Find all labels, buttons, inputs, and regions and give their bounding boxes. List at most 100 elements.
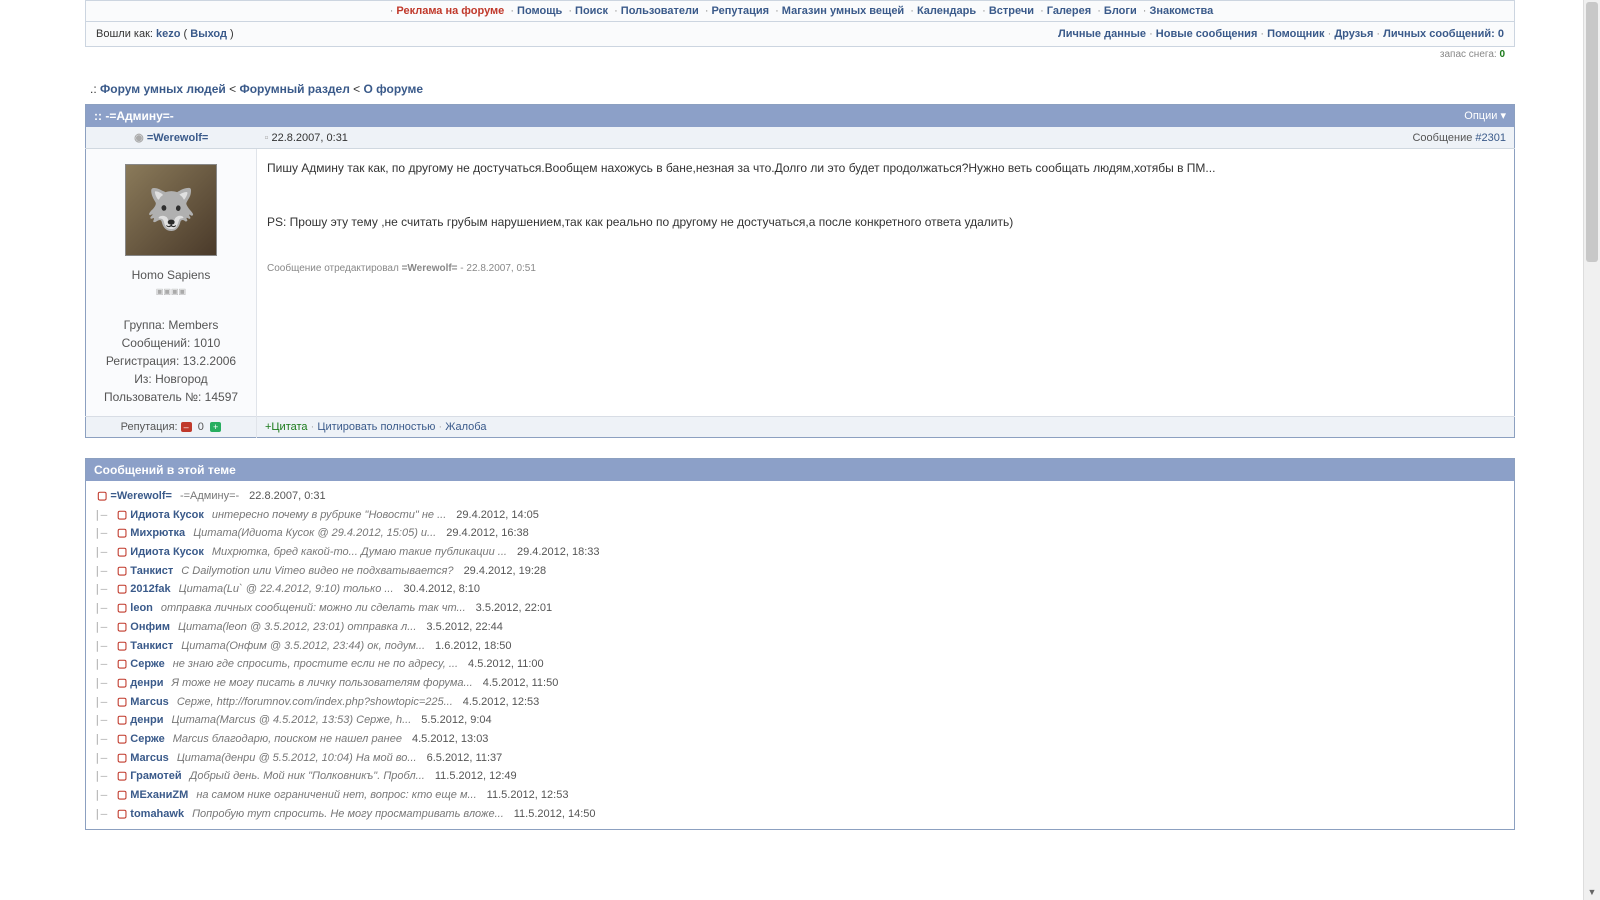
nav-link[interactable]: Реклама на форуме — [396, 5, 504, 17]
thread-date: 3.5.2012, 22:01 — [466, 602, 552, 614]
rep-minus-button[interactable]: – — [181, 422, 192, 432]
topic-title: -=Админу=- — [105, 109, 173, 123]
thread-excerpt[interactable]: Серже, http://forumnov.com/index.php?sho… — [169, 696, 453, 708]
thread-user-link[interactable]: МЕханиZM — [130, 789, 188, 801]
thread-user-link[interactable]: =Werewolf= — [110, 490, 172, 502]
nav-link[interactable]: Поиск — [575, 5, 608, 17]
userbar-link[interactable]: Новые сообщения — [1156, 28, 1258, 40]
thread-user-link[interactable]: Серже — [130, 658, 164, 670]
scrollbar[interactable]: ▲ ▼ — [1583, 0, 1600, 900]
thread-excerpt[interactable]: Попробую тут спросить. Не могу просматри… — [184, 808, 504, 820]
thread-user-link[interactable]: Танкист — [130, 640, 173, 652]
author-link[interactable]: =Werewolf= — [147, 132, 209, 144]
thread-user-link[interactable]: денри — [130, 714, 163, 726]
thread-excerpt[interactable]: не знаю где спросить, простите если не п… — [165, 658, 458, 670]
logged-in-text: Вошли как: — [96, 28, 156, 40]
user-location: Из: Новгород — [96, 370, 246, 388]
thread-user-link[interactable]: Танкист — [130, 565, 173, 577]
thread-row: |— ▢ОнфимЦитата(leon @ 3.5.2012, 23:01) … — [94, 618, 1506, 637]
thread-item-icon: ▢ — [114, 621, 130, 633]
thread-user-link[interactable]: Грамотей — [130, 770, 181, 782]
thread-item-icon: ▢ — [114, 640, 130, 652]
scroll-down-icon[interactable]: ▼ — [1584, 884, 1600, 900]
nav-link[interactable]: Пользователи — [621, 5, 699, 17]
thread-user-link[interactable]: Идиота Кусок — [130, 546, 204, 558]
nav-link[interactable]: Встречи — [989, 5, 1034, 17]
nav-link[interactable]: Галерея — [1047, 5, 1091, 17]
thread-user-link[interactable]: Серже — [130, 733, 164, 745]
thread-excerpt[interactable]: на самом нике ограничений нет, вопрос: к… — [188, 789, 476, 801]
thread-excerpt[interactable]: Михрютка, бред какой-то... Думаю такие п… — [204, 546, 507, 558]
thread-date: 4.5.2012, 11:00 — [458, 658, 544, 670]
breadcrumb: .: Форум умных людей < Форумный раздел <… — [85, 62, 1515, 104]
thread-item-icon: ▢ — [114, 808, 130, 820]
avatar[interactable]: 🐺 — [125, 164, 217, 256]
thread-user-link[interactable]: Онфим — [130, 621, 170, 633]
nav-link[interactable]: Магазин умных вещей — [782, 5, 904, 17]
thread-row: |— ▢ТанкистС Dailymotion или Vimeo видео… — [94, 562, 1506, 581]
thread-row: |— ▢МихрюткаЦитата(Идиота Кусок @ 29.4.2… — [94, 524, 1506, 543]
post-date: 22.8.2007, 0:31 — [271, 132, 347, 144]
userbar-link[interactable]: Помощник — [1267, 28, 1324, 40]
thread-user-link[interactable]: Marcus — [130, 752, 169, 764]
thread-user-link[interactable]: Marcus — [130, 696, 169, 708]
username-link[interactable]: kezo — [156, 28, 180, 40]
thread-excerpt[interactable]: интересно почему в рубрике "Новости" не … — [204, 509, 446, 521]
thread-row: |— ▢2012fakЦитата(Lu` @ 22.4.2012, 9:10)… — [94, 580, 1506, 599]
thread-excerpt[interactable]: Цитата(денри @ 5.5.2012, 10:04) На мой в… — [169, 752, 417, 764]
thread-row: |— ▢денриЯ тоже не могу писать в личку п… — [94, 674, 1506, 693]
thread-excerpt[interactable]: Цитата(leon @ 3.5.2012, 23:01) отправка … — [170, 621, 416, 633]
pm-link[interactable]: Личных сообщений: 0 — [1383, 28, 1504, 40]
thread-excerpt[interactable]: Цитата(Lu` @ 22.4.2012, 9:10) только ... — [171, 583, 394, 595]
snow-balance: запас снега: 0 — [85, 47, 1515, 62]
user-offline-icon: ◉ — [134, 132, 144, 144]
thread-excerpt[interactable]: Цитата(Marcus @ 4.5.2012, 13:53) Серже, … — [164, 714, 412, 726]
thread-date: 3.5.2012, 22:44 — [416, 621, 502, 633]
user-post-count: Сообщений: 1010 — [96, 334, 246, 352]
nav-link[interactable]: Помощь — [517, 5, 562, 17]
userbar-link[interactable]: Личные данные — [1058, 28, 1146, 40]
breadcrumb-link[interactable]: Форумный раздел — [239, 82, 349, 96]
thread-user-link[interactable]: leon — [130, 602, 153, 614]
user-reg-date: Регистрация: 13.2.2006 — [96, 352, 246, 370]
rep-plus-button[interactable]: + — [210, 422, 221, 432]
thread-excerpt[interactable]: С Dailymotion или Vimeo видео не подхват… — [173, 565, 453, 577]
breadcrumb-link[interactable]: О форуме — [364, 82, 424, 96]
thread-user-link[interactable]: tomahawk — [130, 808, 184, 820]
thread-row: |— ▢ГрамотейДобрый день. Мой ник "Полков… — [94, 767, 1506, 786]
quote-button[interactable]: +Цитата — [265, 421, 308, 433]
breadcrumb-link[interactable]: Форум умных людей — [100, 82, 226, 96]
thread-excerpt[interactable]: Цитата(Идиота Кусок @ 29.4.2012, 15:05) … — [185, 527, 436, 539]
user-id: Пользователь №: 14597 — [96, 388, 246, 406]
thread-user-link[interactable]: Идиота Кусок — [130, 509, 204, 521]
quote-full-button[interactable]: Цитировать полностью — [317, 421, 435, 433]
thread-excerpt[interactable]: Добрый день. Мой ник "Полковникъ". Пробл… — [182, 770, 425, 782]
thread-user-link[interactable]: 2012fak — [130, 583, 170, 595]
thread-excerpt[interactable]: -=Админу=- — [172, 490, 239, 502]
thread-excerpt[interactable]: Цитата(Онфим @ 3.5.2012, 23:44) ок, поду… — [173, 640, 425, 652]
thread-excerpt[interactable]: Я тоже не могу писать в личку пользовате… — [164, 677, 473, 689]
thread-row: |— ▢Идиота КусокМихрютка, бред какой-то.… — [94, 543, 1506, 562]
logout-link[interactable]: Выход — [190, 28, 227, 40]
thread-user-link[interactable]: Михрютка — [130, 527, 185, 539]
thread-date: 29.4.2012, 16:38 — [436, 527, 529, 539]
chevron-down-icon: ▾ — [1500, 110, 1506, 122]
thread-user-link[interactable]: денри — [130, 677, 163, 689]
report-button[interactable]: Жалоба — [445, 421, 486, 433]
nav-link[interactable]: Знакомства — [1149, 5, 1213, 17]
thread-excerpt[interactable]: Marcus благодарю, поиском не нашел ранее — [165, 733, 402, 745]
thread-row: |— ▢MarcusЦитата(денри @ 5.5.2012, 10:04… — [94, 749, 1506, 768]
nav-link[interactable]: Календарь — [917, 5, 976, 17]
topic-options-dropdown[interactable]: Опции ▾ — [1464, 109, 1506, 122]
reputation-label: Репутация: — [121, 421, 181, 433]
nav-link[interactable]: Блоги — [1104, 5, 1137, 17]
message-number[interactable]: Сообщение #2301 — [1412, 132, 1506, 144]
thread-date: 4.5.2012, 12:53 — [453, 696, 539, 708]
scroll-thumb[interactable] — [1586, 2, 1598, 262]
thread-date: 6.5.2012, 11:37 — [417, 752, 503, 764]
userbar-link[interactable]: Друзья — [1334, 28, 1373, 40]
nav-link[interactable]: Репутация — [712, 5, 770, 17]
thread-item-icon: ▢ — [114, 733, 130, 745]
thread-excerpt[interactable]: отправка личных сообщений: можно ли сдел… — [153, 602, 466, 614]
replies-header: Сообщений в этой теме — [86, 459, 1515, 482]
